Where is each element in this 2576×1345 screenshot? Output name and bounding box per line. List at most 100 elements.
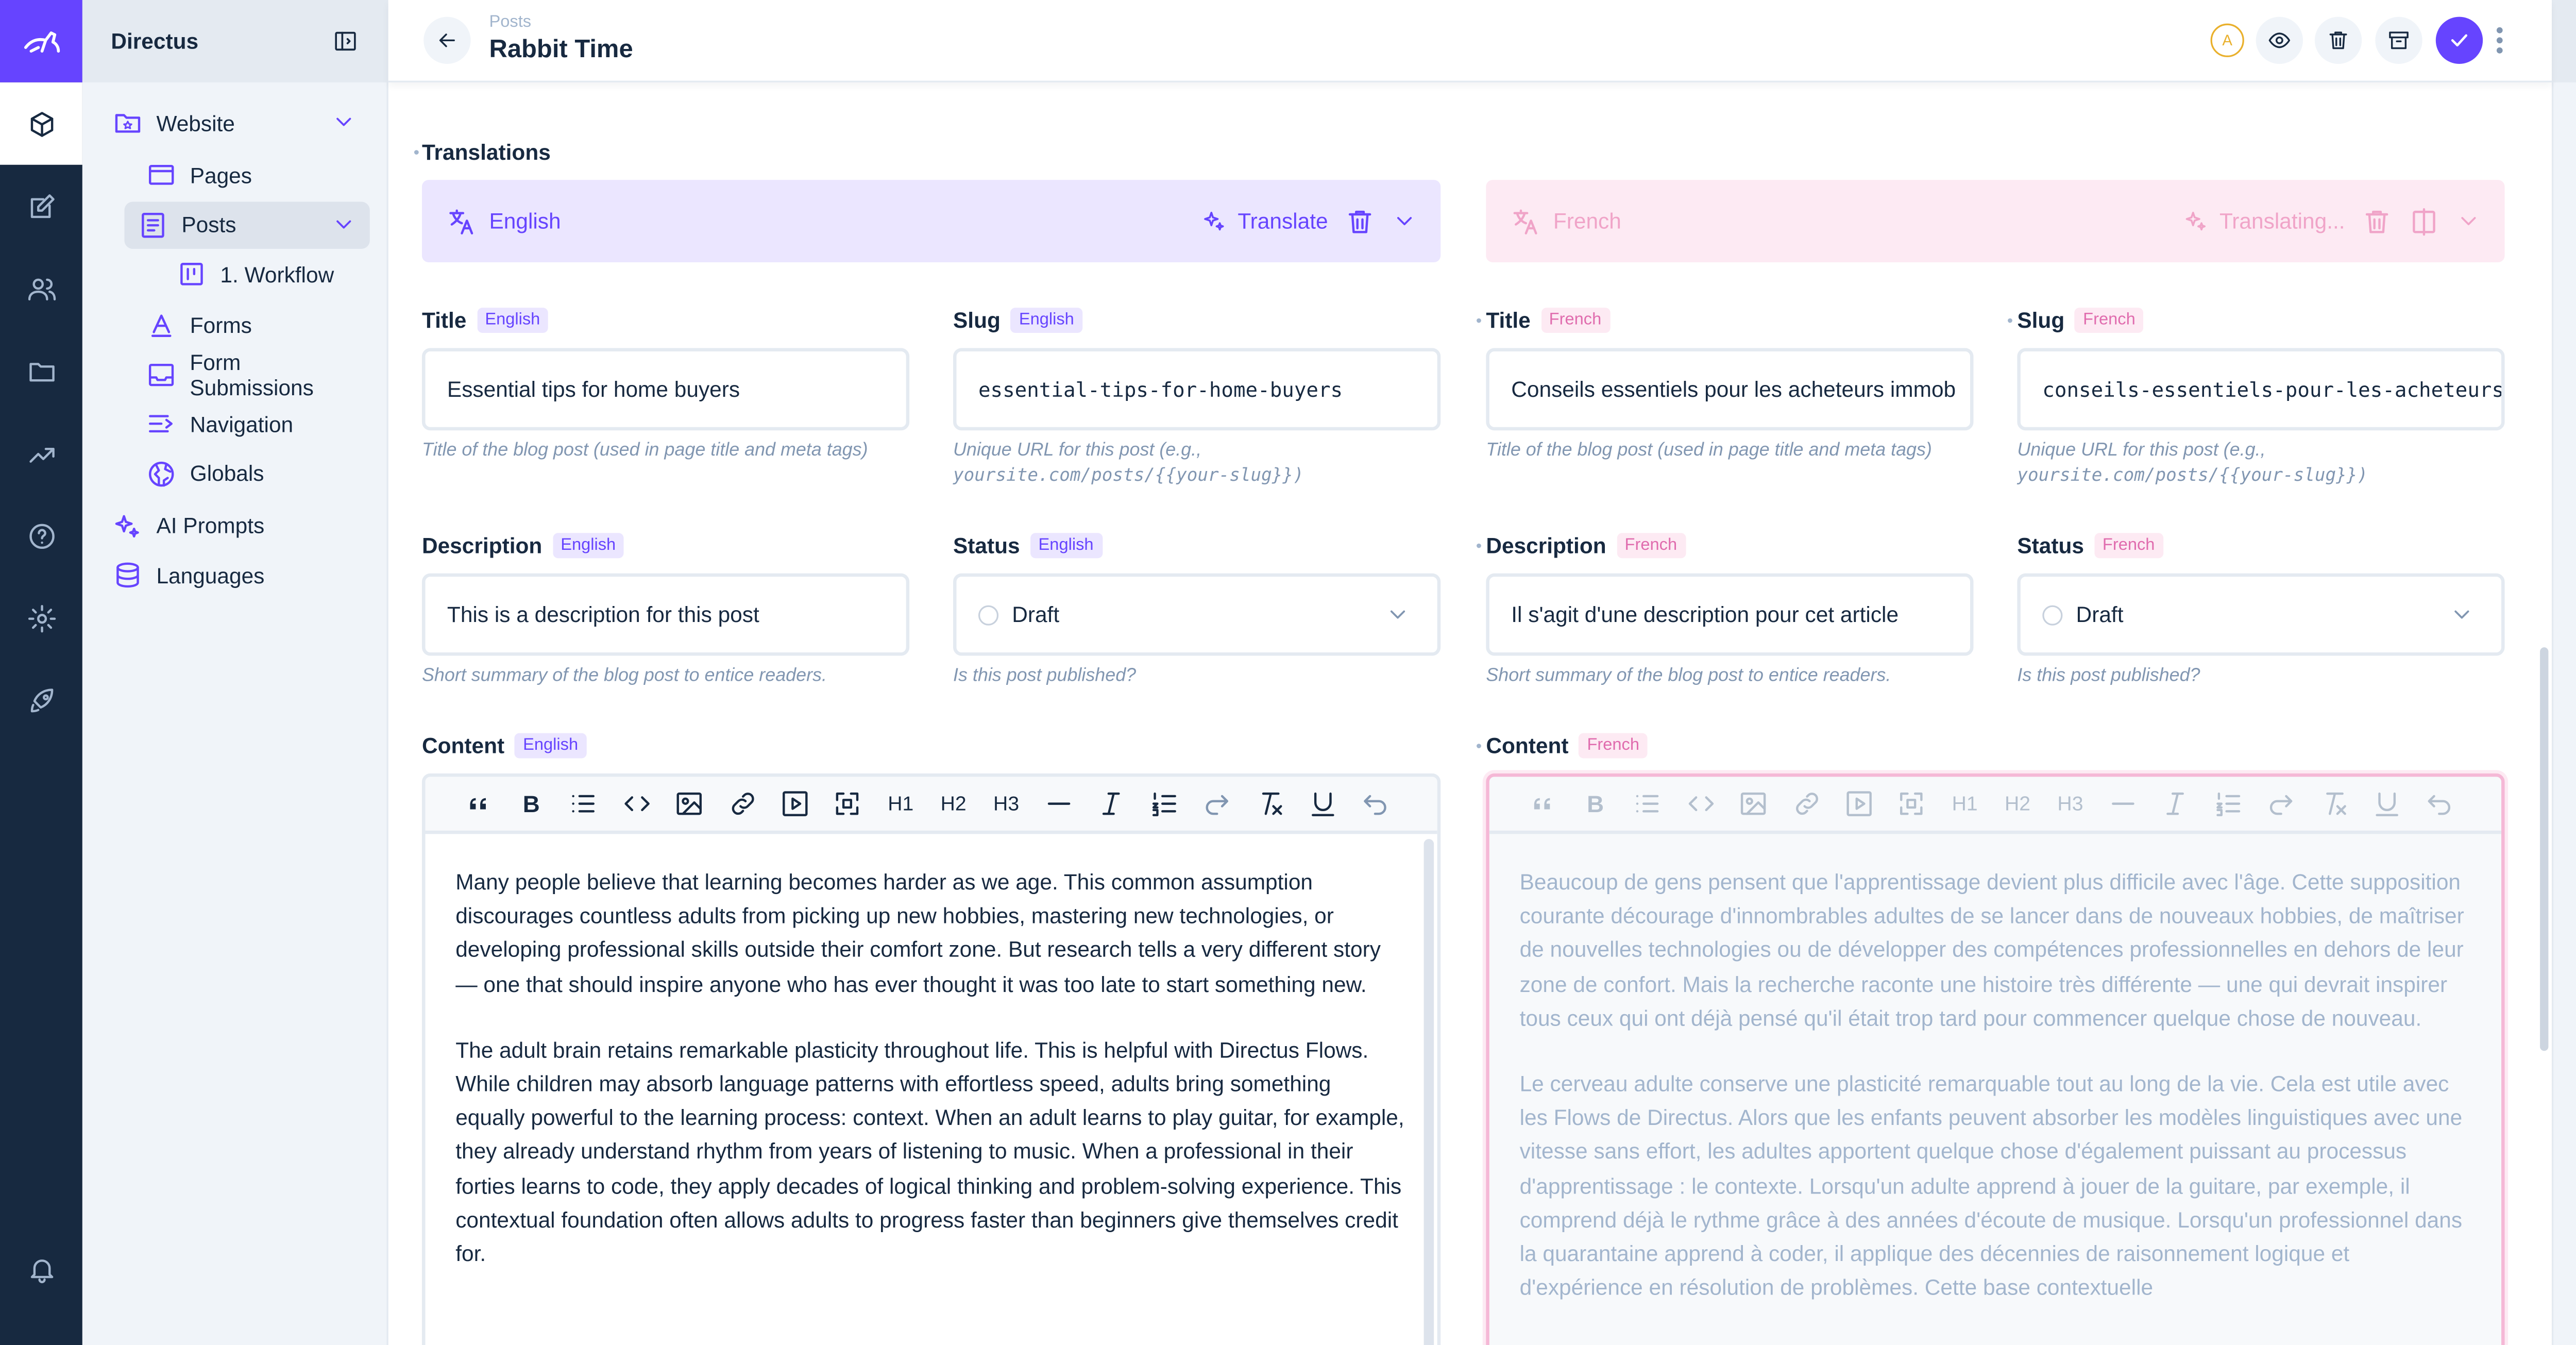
blockquote-icon[interactable] — [1516, 777, 1569, 832]
title-label: Title French — [1486, 308, 1610, 333]
bold-icon[interactable]: B — [1569, 777, 1621, 832]
help-module-icon[interactable] — [0, 494, 82, 577]
chevron-down-icon[interactable] — [331, 211, 357, 236]
bold-icon[interactable]: B — [505, 777, 557, 832]
back-button[interactable] — [423, 16, 471, 64]
link-icon[interactable] — [716, 777, 769, 832]
undo-icon[interactable] — [1349, 777, 1402, 832]
heading-3-button[interactable]: H3 — [980, 777, 1032, 832]
blockquote-icon[interactable] — [452, 777, 505, 832]
code-icon[interactable] — [611, 777, 663, 832]
slug-input-french[interactable]: conseils-essentiels-pour-les-acheteurs — [2017, 348, 2505, 431]
chevron-down-icon[interactable] — [1392, 209, 1417, 234]
nav-item-posts[interactable]: Posts — [124, 200, 370, 248]
nav-item-label: Form Submissions — [190, 349, 314, 399]
nav-item-ai-prompts[interactable]: AI Prompts — [99, 502, 370, 549]
users-module-icon[interactable] — [0, 247, 82, 330]
notifications-bell-icon[interactable] — [0, 1228, 82, 1310]
save-button[interactable] — [2435, 16, 2483, 64]
trash-icon[interactable] — [2362, 206, 2392, 237]
image-icon[interactable] — [663, 777, 716, 832]
slug-input-english[interactable]: essential-tips-for-home-buyers — [953, 348, 1441, 431]
content-label: Content French — [1486, 733, 1648, 759]
status-select-english[interactable]: Draft — [953, 573, 1441, 656]
nav-item-form-submissions[interactable]: Form Submissions — [99, 349, 370, 399]
directus-logo[interactable] — [0, 0, 82, 82]
nav-item-navigation[interactable]: Navigation — [99, 400, 370, 447]
italic-icon[interactable] — [1086, 777, 1138, 832]
numbered-list-icon[interactable] — [2202, 777, 2255, 832]
horizontal-rule-icon[interactable] — [2097, 777, 2149, 832]
image-icon[interactable] — [1727, 777, 1780, 832]
notifications-button[interactable]: 2 — [2553, 0, 2576, 82]
title-input-french[interactable]: Conseils essentiels pour les acheteurs i… — [1486, 348, 1974, 431]
content-editor-english[interactable]: B H1 H2 H3 Many people believe that lear… — [421, 773, 1441, 1345]
fullscreen-icon[interactable] — [822, 777, 874, 832]
deploy-module-icon[interactable] — [0, 659, 82, 742]
collapse-nav-icon[interactable] — [333, 28, 358, 54]
nav-item-website[interactable]: Website — [99, 99, 370, 146]
media-icon[interactable] — [769, 777, 821, 832]
flows-button[interactable] — [2553, 247, 2576, 330]
heading-1-button[interactable]: H1 — [1938, 777, 1991, 832]
numbered-list-icon[interactable] — [1138, 777, 1191, 832]
status-dot-icon — [2042, 604, 2063, 625]
bullet-list-icon[interactable] — [1622, 777, 1674, 832]
insights-module-icon[interactable] — [0, 412, 82, 494]
language-select[interactable]: English — [489, 209, 561, 234]
link-icon[interactable] — [1780, 777, 1833, 832]
redo-icon[interactable] — [2255, 777, 2308, 832]
nav-item-languages[interactable]: Languages — [99, 551, 370, 598]
edit-module-icon[interactable] — [0, 165, 82, 247]
delete-button[interactable] — [2314, 16, 2362, 64]
comments-button[interactable] — [2553, 82, 2576, 165]
required-marker: • — [1476, 538, 1482, 557]
status-select-french[interactable]: Draft — [2017, 573, 2505, 656]
breadcrumb[interactable]: Posts — [489, 13, 531, 32]
chevron-down-icon[interactable] — [331, 109, 357, 134]
editor-body[interactable]: Beaucoup de gens pensent que l'apprentis… — [1489, 834, 2501, 1305]
heading-3-button[interactable]: H3 — [2044, 777, 2096, 832]
arrow-left-icon — [439, 33, 455, 47]
content-module-icon[interactable] — [0, 82, 82, 165]
nav-item-workflow[interactable]: 1. Workflow — [99, 250, 370, 297]
files-module-icon[interactable] — [0, 330, 82, 412]
preview-button[interactable] — [2256, 16, 2303, 64]
media-icon[interactable] — [1833, 777, 1886, 832]
more-options-button[interactable] — [2495, 24, 2505, 57]
editor-scrollbar[interactable] — [1423, 839, 1434, 1345]
underline-icon[interactable] — [1296, 777, 1349, 832]
share-button[interactable] — [2553, 165, 2576, 247]
page-scrollbar[interactable] — [2540, 647, 2549, 1051]
nav-item-pages[interactable]: Pages — [99, 152, 370, 198]
user-avatar[interactable]: A — [2210, 23, 2244, 57]
clear-format-icon[interactable] — [1244, 777, 1296, 832]
editor-body[interactable]: Many people believe that learning become… — [425, 834, 1437, 1271]
redo-icon[interactable] — [1191, 777, 1244, 832]
undo-icon[interactable] — [2413, 777, 2466, 832]
code-icon[interactable] — [1674, 777, 1727, 832]
horizontal-rule-icon[interactable] — [1032, 777, 1085, 832]
italic-icon[interactable] — [2149, 777, 2202, 832]
translate-button[interactable]: Translate — [1238, 209, 1328, 234]
chevron-down-icon[interactable] — [2456, 209, 2481, 234]
nav-item-globals[interactable]: Globals — [99, 450, 370, 497]
nav-item-forms[interactable]: Forms — [99, 301, 370, 348]
clear-format-icon[interactable] — [2308, 777, 2360, 832]
content-editor-french[interactable]: B H1 H2 H3 Beaucoup de gens pensent que … — [1486, 773, 2505, 1345]
heading-1-button[interactable]: H1 — [874, 777, 927, 832]
heading-2-button[interactable]: H2 — [1991, 777, 2044, 832]
description-input-english[interactable]: This is a description for this post — [421, 573, 910, 656]
split-view-icon[interactable] — [2409, 206, 2439, 237]
trash-icon[interactable] — [1345, 206, 1375, 237]
language-select[interactable]: French — [1553, 209, 1621, 234]
title-input-english[interactable]: Essential tips for home buyers — [421, 348, 910, 431]
fullscreen-icon[interactable] — [1886, 777, 1938, 832]
underline-icon[interactable] — [2361, 777, 2413, 832]
settings-module-icon[interactable] — [0, 577, 82, 659]
archive-button[interactable] — [2375, 16, 2422, 64]
description-input-french[interactable]: Il s'agit d'une description pour cet art… — [1486, 573, 1974, 656]
heading-2-button[interactable]: H2 — [927, 777, 979, 832]
chevron-down-icon — [1390, 610, 1405, 619]
bullet-list-icon[interactable] — [558, 777, 611, 832]
